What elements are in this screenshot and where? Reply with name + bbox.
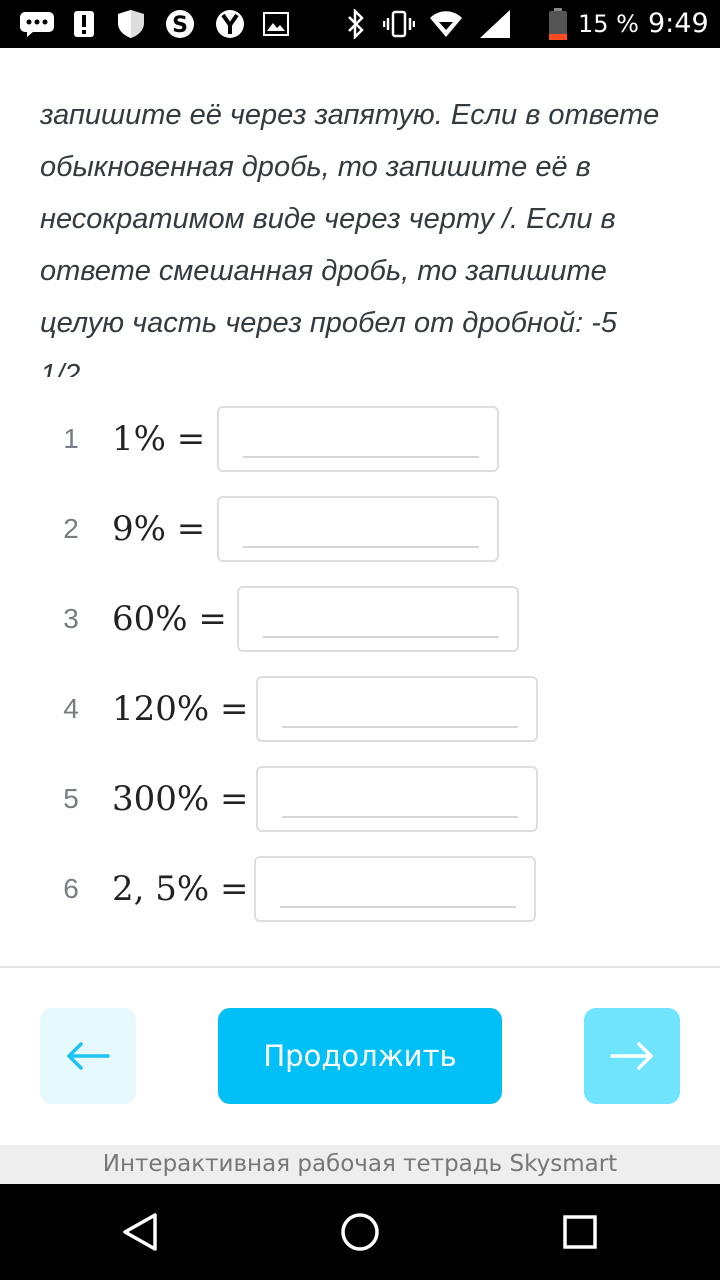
- vibrate-icon: [382, 10, 416, 38]
- yandex-icon: [214, 10, 246, 38]
- image-icon: [262, 10, 290, 38]
- message-icon: [18, 10, 56, 38]
- exercise-row: 2 9% =: [0, 496, 720, 562]
- exercise-expression: 9% =: [112, 509, 206, 549]
- home-circle-icon[interactable]: [330, 1206, 390, 1258]
- exercise-row: 5 300% =: [0, 766, 720, 832]
- answer-input[interactable]: [280, 866, 516, 908]
- exercise-row: 3 60% =: [0, 586, 720, 652]
- exercise-expression: 60% =: [112, 599, 227, 639]
- arrow-right-icon: [610, 1041, 654, 1071]
- back-triangle-icon[interactable]: [110, 1206, 170, 1258]
- instruction-line: обыкновенная дробь, то запишите её в: [40, 151, 591, 183]
- answer-input[interactable]: [263, 596, 499, 638]
- answer-input[interactable]: [243, 416, 479, 458]
- exercise-row: 6 2, 5% =: [0, 856, 720, 922]
- instruction-line: несократимом виде через черту /. Если в: [40, 203, 616, 235]
- back-button[interactable]: [40, 1008, 136, 1104]
- divider: [0, 966, 720, 968]
- exercise-number: 4: [63, 693, 79, 724]
- exercise-number: 6: [63, 873, 79, 904]
- exercise-number: 2: [63, 513, 79, 544]
- wifi-icon: [428, 10, 464, 38]
- svg-text:S: S: [172, 13, 188, 38]
- answer-box[interactable]: [256, 766, 538, 832]
- alert-icon: [72, 10, 96, 38]
- bluetooth-icon: [344, 9, 368, 39]
- answer-box[interactable]: [254, 856, 536, 922]
- recents-square-icon[interactable]: [550, 1206, 610, 1258]
- answer-input[interactable]: [282, 686, 518, 728]
- exercise-expression: 2, 5% =: [112, 869, 249, 909]
- instruction-line: 1/2: [40, 359, 81, 377]
- exercise-number: 3: [63, 603, 79, 634]
- task-instructions: . запишите её через запятую. Если в отве…: [40, 37, 690, 377]
- answer-input[interactable]: [282, 776, 518, 818]
- next-button[interactable]: [584, 1008, 680, 1104]
- instruction-line: ответе смешанная дробь, то запишите: [40, 255, 607, 287]
- answer-box[interactable]: [237, 586, 519, 652]
- system-nav-bar: [0, 1184, 720, 1280]
- footer-text: Интерактивная рабочая тетрадь Skysmart: [102, 1151, 618, 1177]
- exercise-expression: 300% =: [112, 779, 249, 819]
- exercise-row: 1 1% =: [0, 406, 720, 472]
- exercise-expression: 120% =: [112, 689, 249, 729]
- shield-icon: [116, 10, 146, 38]
- skype-icon: S: [164, 10, 196, 38]
- arrow-left-icon: [66, 1041, 110, 1071]
- answer-input[interactable]: [243, 506, 479, 548]
- answer-box[interactable]: [217, 496, 499, 562]
- exercise-number: 1: [63, 423, 79, 454]
- exercise-expression: 1% =: [112, 419, 206, 459]
- continue-button-label: Продолжить: [263, 1039, 457, 1073]
- battery-icon: [548, 8, 568, 40]
- exercise-number: 5: [63, 783, 79, 814]
- exercise-row: 4 120% =: [0, 676, 720, 742]
- instruction-line: целую часть через пробел от дробной: -5: [40, 307, 618, 339]
- answer-box[interactable]: [256, 676, 538, 742]
- answer-box[interactable]: [217, 406, 499, 472]
- footer: Интерактивная рабочая тетрадь Skysmart: [0, 1145, 720, 1184]
- continue-button[interactable]: Продолжить: [218, 1008, 502, 1104]
- signal-icon: [478, 10, 512, 38]
- instruction-line: запишите её через запятую. Если в ответе: [40, 99, 660, 131]
